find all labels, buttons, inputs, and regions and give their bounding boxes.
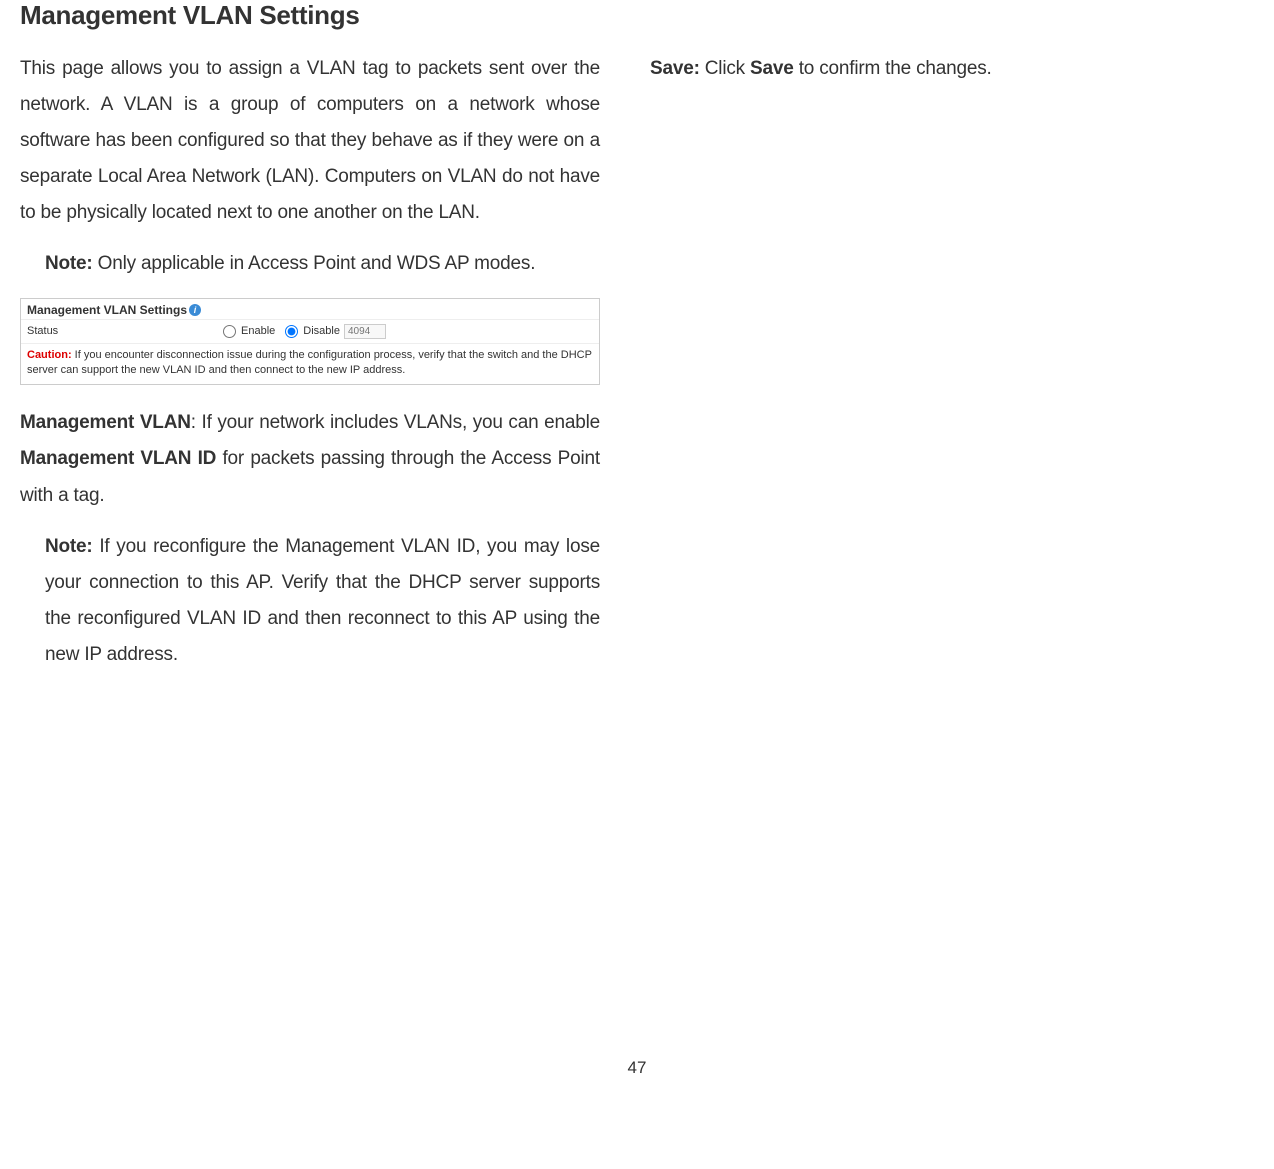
mgmt-vlan-label: Management VLAN [20,412,191,433]
page-number: 47 [20,1058,1254,1078]
caution-text: If you encounter disconnection issue dur… [27,349,592,376]
note-1-label: Note: [45,253,93,274]
note-2-text: If you reconfigure the Management VLAN I… [45,536,600,665]
info-icon[interactable]: i [189,304,201,316]
note-2: Note: If you reconfigure the Management … [20,529,600,673]
widget-status-row: Status Enable Disable [21,320,599,344]
save-label: Save: [650,58,700,79]
widget-title: Management VLAN Settings [27,303,187,317]
widget-header: Management VLAN Settings i [21,299,599,320]
intro-paragraph: This page allows you to assign a VLAN ta… [20,51,600,231]
save-paragraph: Save: Click Save to confirm the changes. [650,51,1230,87]
mgmt-vlan-paragraph: Management VLAN: If your network include… [20,405,600,513]
vlan-settings-widget: Management VLAN Settings i Status Enable… [20,298,600,386]
disable-label: Disable [303,325,340,337]
mgmt-vlan-id-bold: Management VLAN ID [20,448,216,469]
vlan-id-input[interactable] [344,324,386,339]
enable-label: Enable [241,325,275,337]
note-1: Note: Only applicable in Access Point an… [20,246,600,282]
note-2-label: Note: [45,536,93,557]
save-text-after: to confirm the changes. [794,58,992,79]
disable-radio[interactable] [285,325,298,338]
mgmt-vlan-text-before: : If your network includes VLANs, you ca… [191,412,600,433]
page-title: Management VLAN Settings [20,0,1254,31]
save-text-before: Click [700,58,750,79]
status-label: Status [27,325,217,337]
save-bold: Save [750,58,794,79]
caution-label: Caution: [27,349,72,361]
widget-caution: Caution: If you encounter disconnection … [21,344,599,385]
enable-radio[interactable] [223,325,236,338]
note-1-text: Only applicable in Access Point and WDS … [93,253,536,274]
